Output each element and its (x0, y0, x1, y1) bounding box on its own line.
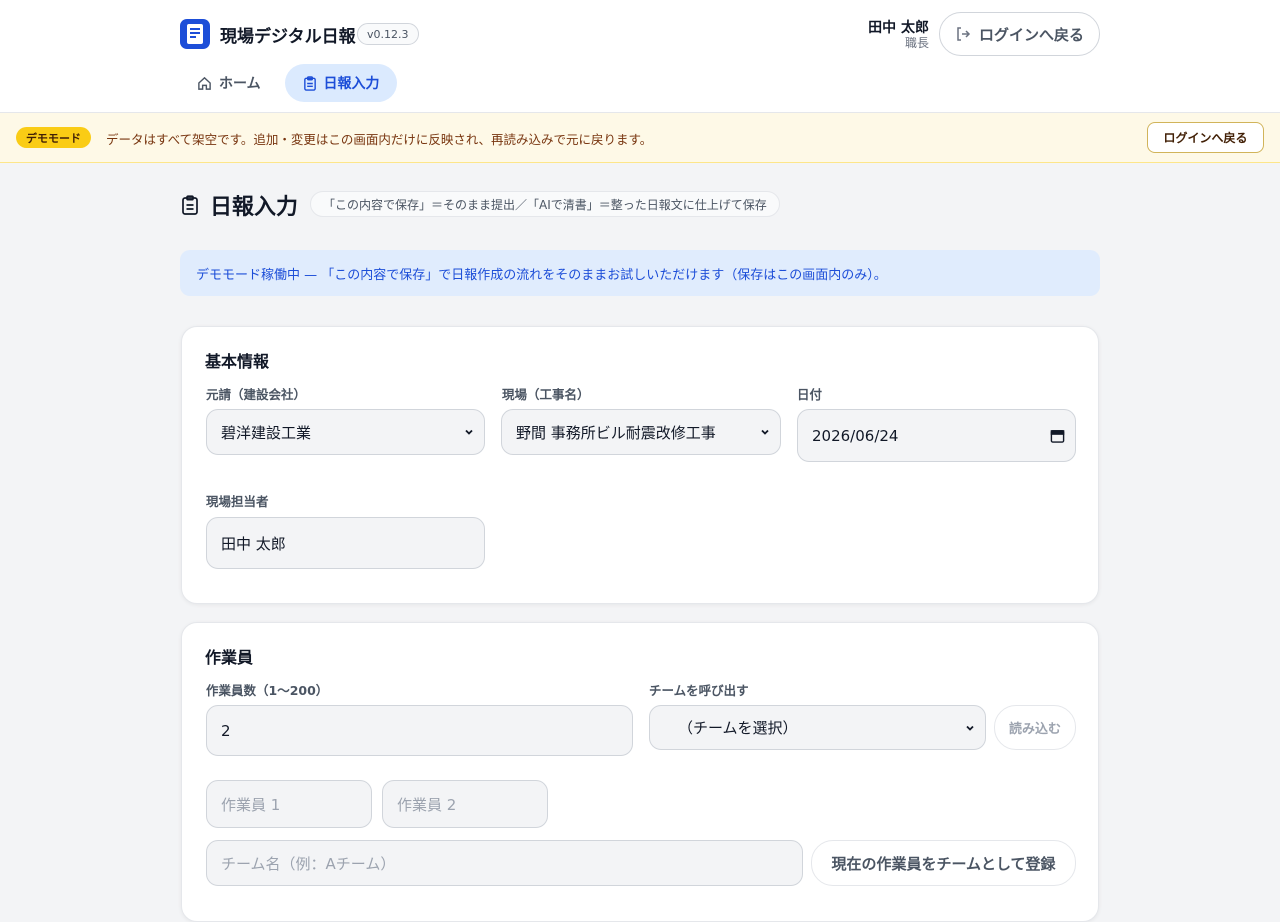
contractor-value: 碧洋建設工業 (221, 423, 312, 442)
team-select-value: （チームを選択） (678, 719, 798, 737)
worker-2-placeholder: 作業員 2 (397, 795, 457, 814)
page-title: 日報入力 (210, 195, 299, 220)
manager-label: 現場担当者 (206, 494, 269, 509)
date-input[interactable]: 2026/06/24 (797, 409, 1076, 462)
nav-home[interactable]: ホーム (185, 64, 273, 102)
contractor-label: 元請（建設会社） (206, 387, 307, 402)
page-hint: 「この内容で保存」＝そのまま提出／「AIで清書」＝整った日報文に仕上げて保存 (310, 191, 780, 217)
demo-mode-badge: デモモード (16, 127, 91, 148)
demo-banner: デモモード データはすべて架空です。追加・変更はこの画面内だけに反映され、再読み… (0, 113, 1280, 163)
team-call-label: チームを呼び出す (649, 683, 749, 698)
demo-banner-text: データはすべて架空です。追加・変更はこの画面内だけに反映され、再読み込みで元に戻… (106, 132, 653, 147)
site-select[interactable]: 野間 事務所ビル耐震改修工事 (501, 409, 781, 455)
workers-title: 作業員 (205, 648, 254, 667)
contractor-select[interactable]: 碧洋建設工業 (206, 409, 485, 455)
chevron-down-icon (465, 429, 473, 435)
banner-login-back-button[interactable]: ログインへ戻る (1147, 122, 1264, 153)
date-label: 日付 (797, 387, 823, 402)
manager-input[interactable]: 田中 太郎 (206, 517, 485, 569)
user-role: 職長 (904, 36, 929, 50)
login-back-button[interactable]: ログインへ戻る (939, 12, 1100, 56)
version-badge: v0.12.3 (357, 23, 419, 45)
worker-count-value: 2 (221, 721, 231, 740)
demo-info-bar: デモモード稼働中 — 「この内容で保存」で日報作成の流れをそのままお試しいただけ… (180, 250, 1100, 296)
logout-icon (957, 27, 971, 41)
clipboard-icon (181, 195, 199, 219)
worker-name-input-2[interactable]: 作業員 2 (382, 780, 548, 828)
worker-count-input[interactable]: 2 (206, 705, 633, 756)
calendar-icon[interactable] (1050, 428, 1065, 443)
worker-count-label: 作業員数（1〜200） (206, 683, 329, 698)
worker-1-placeholder: 作業員 1 (221, 795, 281, 814)
team-name-input[interactable]: チーム名（例：Aチーム） (206, 840, 803, 886)
worker-name-input-1[interactable]: 作業員 1 (206, 780, 372, 828)
login-back-label: ログインへ戻る (978, 25, 1084, 44)
team-select[interactable]: （チームを選択） (649, 705, 986, 750)
date-value: 2026/06/24 (812, 426, 899, 445)
load-team-button[interactable]: 読み込む (994, 705, 1076, 750)
clipboard-icon (303, 75, 316, 91)
basic-info-title: 基本情報 (205, 352, 270, 371)
chevron-down-icon (966, 725, 974, 731)
nav-home-label: ホーム (219, 76, 261, 92)
site-label: 現場（工事名） (502, 387, 590, 402)
manager-value: 田中 太郎 (221, 534, 286, 553)
nav-daily-report-label: 日報入力 (323, 76, 380, 92)
nav-daily-report[interactable]: 日報入力 (285, 64, 397, 102)
app-header: 現場デジタル日報 v0.12.3 田中 太郎 職長 ログインへ戻る ホーム 日報… (0, 0, 1280, 113)
app-logo-icon (180, 19, 210, 49)
team-name-placeholder: チーム名（例：Aチーム） (221, 854, 396, 873)
app-title: 現場デジタル日報 (220, 27, 356, 47)
home-icon (198, 76, 211, 90)
chevron-down-icon (761, 429, 769, 435)
workers-card: 作業員 作業員数（1〜200） 2 チームを呼び出す （チームを選択） 読み込む… (181, 622, 1099, 922)
register-team-button[interactable]: 現在の作業員をチームとして登録 (811, 840, 1076, 886)
basic-info-card: 基本情報 元請（建設会社） 碧洋建設工業 現場（工事名） 野間 事務所ビル耐震改… (181, 326, 1099, 604)
site-value: 野間 事務所ビル耐震改修工事 (516, 423, 716, 442)
demo-info-text: デモモード稼働中 — 「この内容で保存」で日報作成の流れをそのままお試しいただけ… (196, 267, 887, 283)
